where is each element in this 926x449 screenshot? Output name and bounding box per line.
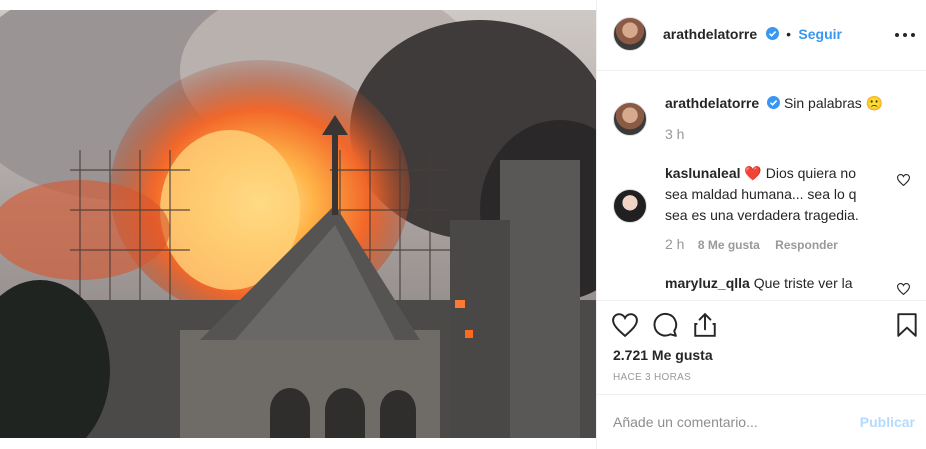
post-header: arathdelatorre • Seguir: [597, 0, 926, 71]
comment-username[interactable]: maryluz_qlla: [665, 275, 750, 291]
comments-list[interactable]: arathdelatorre Sin palabras 🙁 3 h kaslun…: [597, 71, 926, 299]
commenter-avatar[interactable]: [613, 189, 647, 223]
share-icon[interactable]: [692, 312, 718, 338]
post-side-panel: arathdelatorre • Seguir arathdelatorre S…: [596, 0, 926, 449]
comment-item: kaslunaleal ❤️ Dios quiera no sea maldad…: [665, 163, 880, 252]
verified-badge-icon: [767, 96, 781, 109]
heart-icon[interactable]: [612, 312, 638, 338]
comment-item: maryluz_qlla Que triste ver la: [665, 273, 880, 294]
author-username[interactable]: arathdelatorre: [663, 26, 757, 42]
caption-time[interactable]: 3 h: [665, 126, 684, 142]
comment-time[interactable]: 2 h: [665, 236, 684, 252]
small-heart-icon[interactable]: [897, 174, 910, 186]
separator-dot: •: [786, 26, 791, 42]
comment-text: Que triste ver la: [753, 275, 853, 291]
author-avatar[interactable]: [613, 17, 647, 51]
follow-button[interactable]: Seguir: [798, 26, 842, 42]
likes-count[interactable]: 2.721 Me gusta: [613, 347, 713, 363]
caption-text: Sin palabras: [783, 95, 862, 111]
post-timestamp[interactable]: HACE 3 HORAS: [613, 372, 691, 383]
cathedral-fire-image: [0, 10, 596, 438]
caption-avatar[interactable]: [613, 102, 647, 136]
more-options-icon[interactable]: [895, 26, 915, 44]
verified-badge-icon: [765, 27, 779, 40]
add-comment-bar: Publicar: [597, 394, 926, 449]
comment-input[interactable]: [613, 410, 843, 434]
comment-likes[interactable]: 8 Me gusta: [698, 238, 760, 252]
post-photo[interactable]: [0, 10, 596, 438]
bookmark-icon[interactable]: [894, 312, 920, 338]
caption: arathdelatorre Sin palabras 🙁 3 h: [665, 93, 915, 142]
reply-button[interactable]: Responder: [775, 238, 838, 252]
caption-username[interactable]: arathdelatorre: [665, 95, 759, 111]
comment-icon[interactable]: [652, 312, 678, 338]
small-heart-icon[interactable]: [897, 283, 910, 295]
publish-button[interactable]: Publicar: [860, 414, 915, 430]
heart-emoji: ❤️: [744, 165, 762, 181]
comment-username[interactable]: kaslunaleal: [665, 165, 741, 181]
post-actions: 2.721 Me gusta HACE 3 HORAS: [597, 300, 926, 400]
caption-emoji: 🙁: [865, 95, 884, 111]
author-line: arathdelatorre • Seguir: [663, 26, 842, 44]
